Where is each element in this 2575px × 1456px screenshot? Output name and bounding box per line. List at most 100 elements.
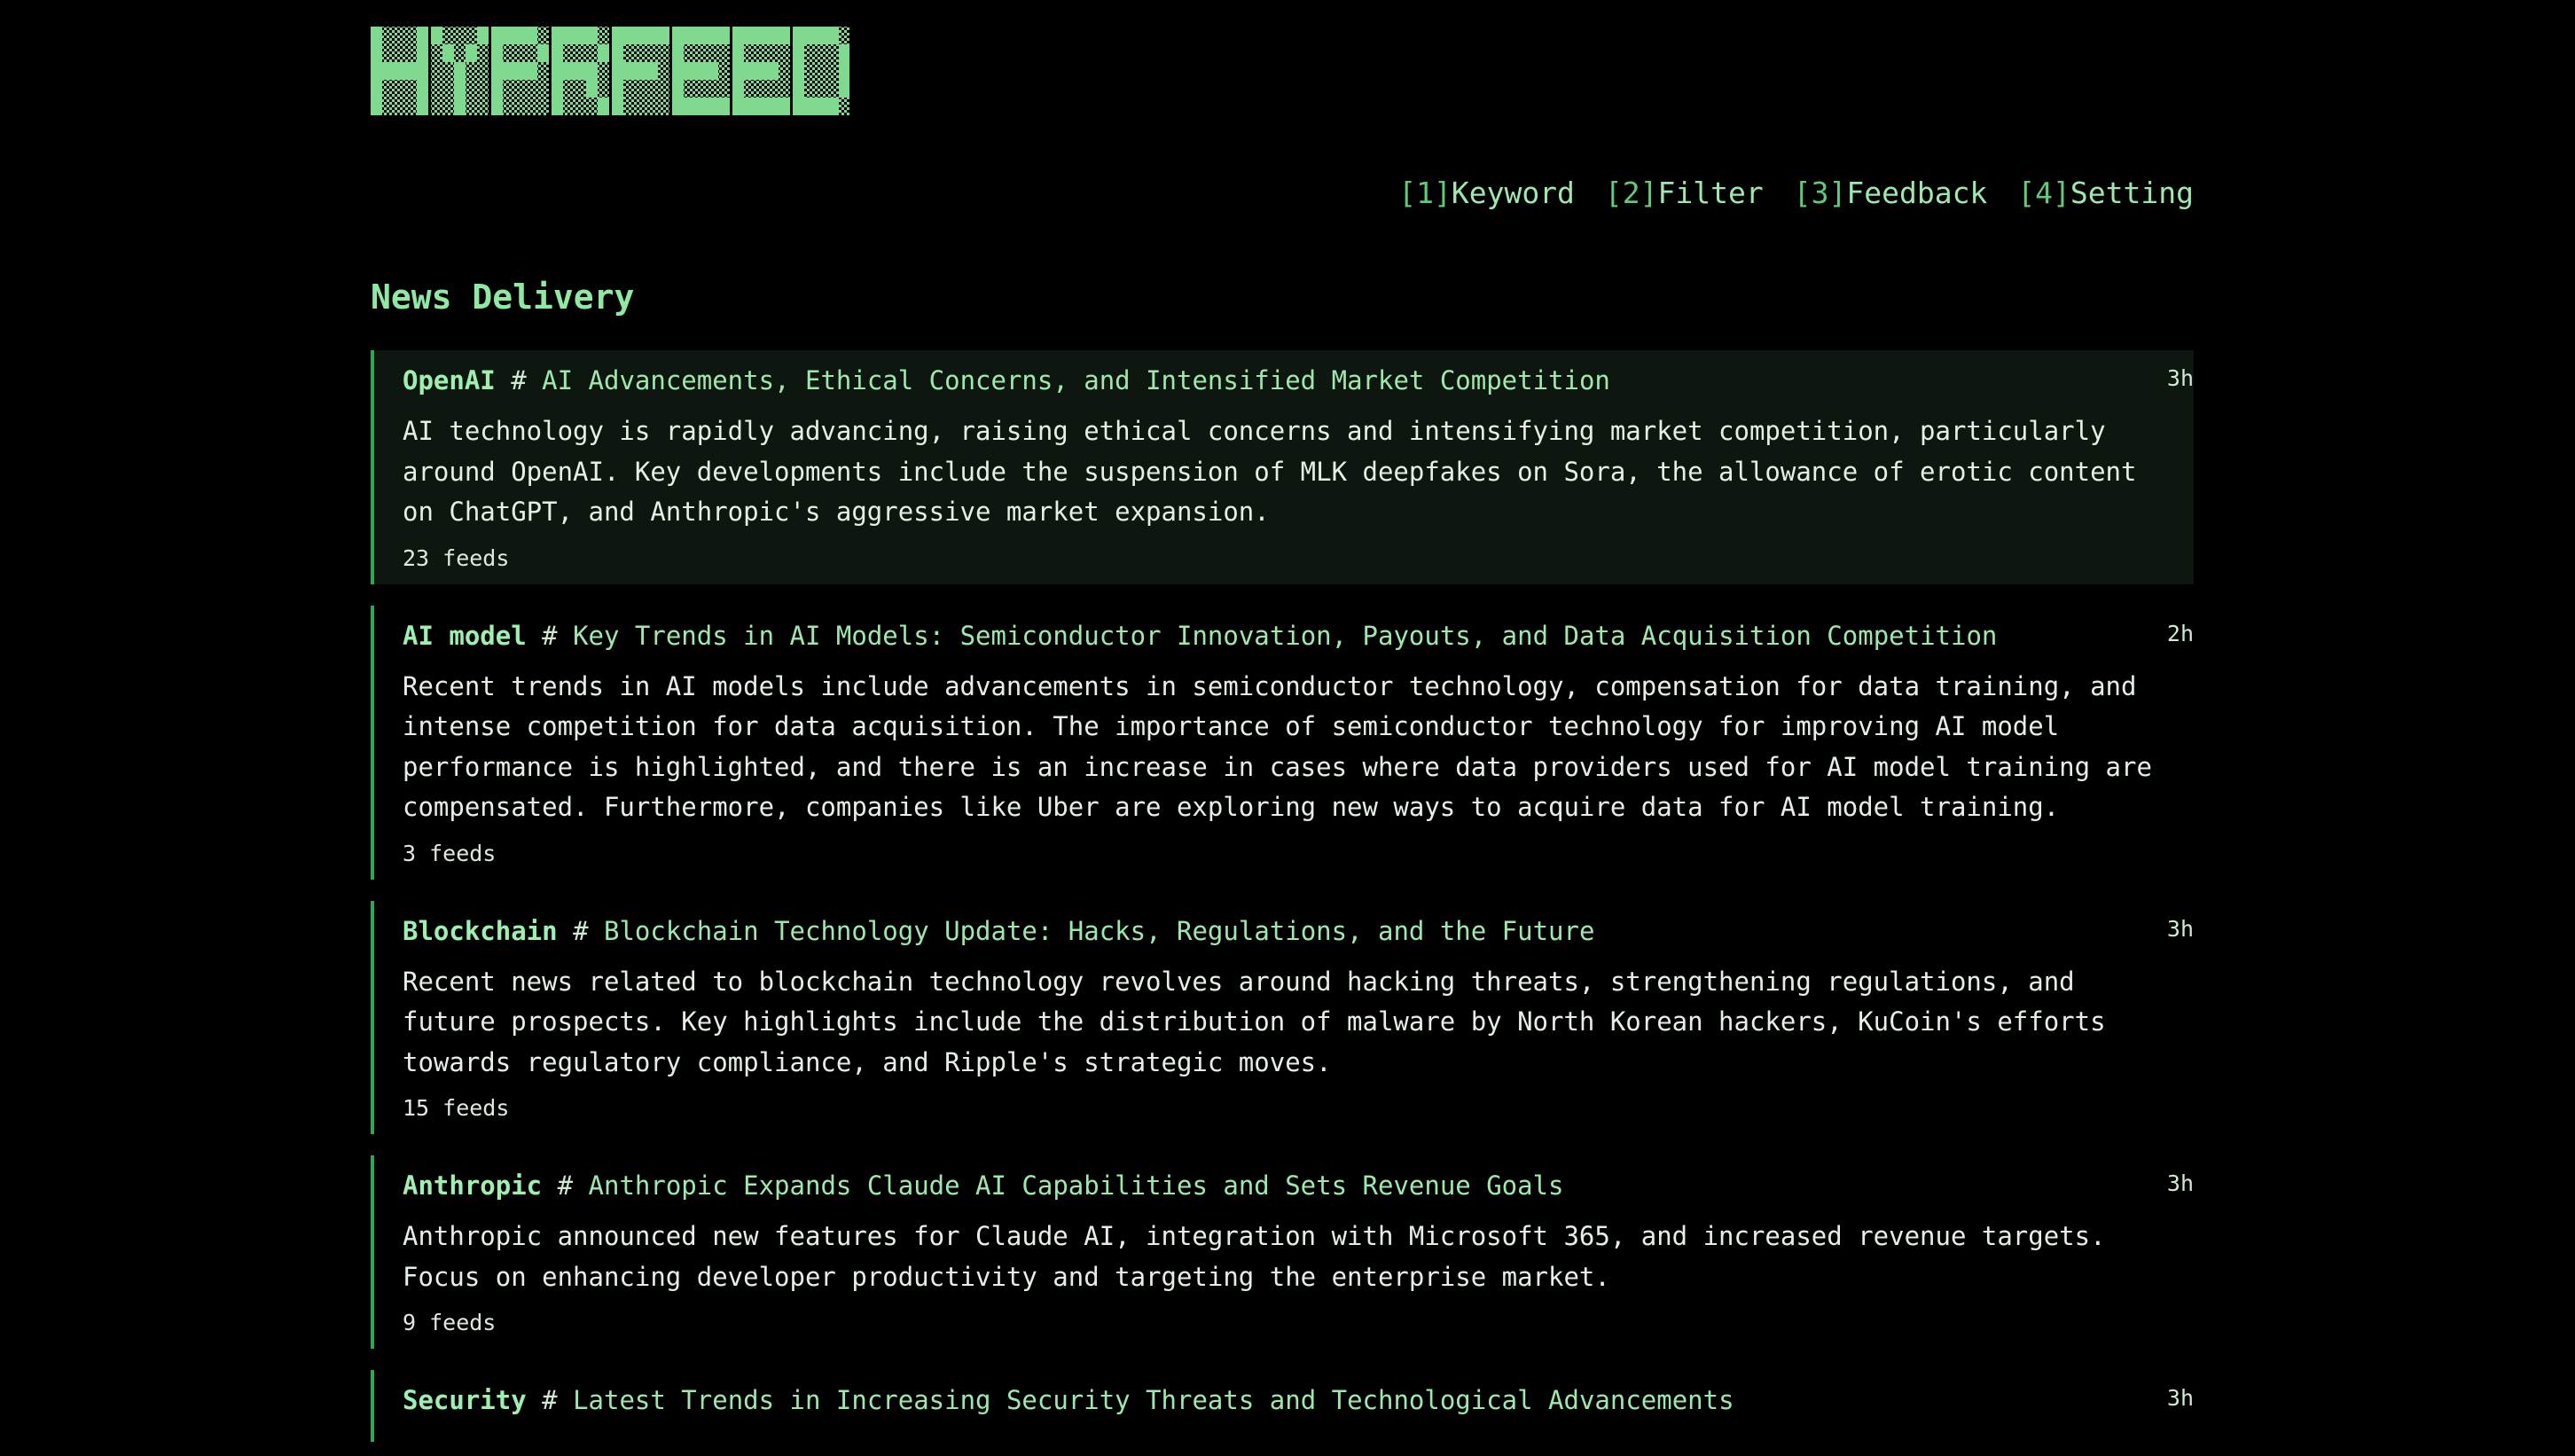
hash-symbol: # [542, 1385, 558, 1415]
logo-pixel [552, 27, 563, 44]
logo-pixel [466, 62, 477, 80]
logo-pixel [575, 80, 586, 98]
logo-pixel [586, 27, 598, 44]
feed-summary: Anthropic announced new features for Cla… [403, 1221, 2106, 1292]
logo-pixel [732, 98, 744, 115]
logo-pixel [552, 98, 563, 115]
nav-filter-label: Filter [1657, 176, 1764, 210]
feed-topic-title[interactable]: Anthropic Expands Claude AI Capabilities… [589, 1170, 1564, 1201]
logo-pixel [635, 98, 646, 115]
logo-pixel [827, 44, 839, 62]
nav-feedback[interactable]: [3]Feedback [1794, 174, 1988, 213]
logo-pixel [371, 62, 382, 80]
logo-pixel [816, 80, 827, 98]
logo-pixel [394, 44, 405, 62]
logo-pixel [695, 27, 707, 44]
logo-pixel [684, 98, 695, 115]
logo-pixel [744, 27, 755, 44]
feed-count[interactable]: 15 feeds [403, 1093, 2123, 1123]
logo-pixel [598, 62, 609, 80]
feed-card-anthropic[interactable]: Anthropic # Anthropic Expands Claude AI … [371, 1155, 2194, 1349]
section-title: News Delivery [371, 278, 635, 317]
logo-pixel [503, 27, 514, 44]
feed-summary: Recent news related to blockchain techno… [403, 966, 2106, 1077]
logo-pixel [635, 27, 646, 44]
logo-pixel [537, 44, 549, 62]
feed-topic-title[interactable]: Key Trends in AI Models: Semiconductor I… [573, 621, 1997, 651]
logo-pixel [612, 62, 623, 80]
logo-pixel [394, 80, 405, 98]
logo-pixel [612, 98, 623, 115]
feed-card-ai-model[interactable]: AI model # Key Trends in AI Models: Semi… [371, 605, 2194, 880]
logo-pixel [405, 62, 417, 80]
logo-pixel [526, 44, 537, 62]
logo-pixel [793, 44, 804, 62]
logo-pixel [466, 27, 477, 44]
logo-pixel [477, 80, 489, 98]
hash-symbol: # [557, 1170, 574, 1201]
feed-count[interactable]: 23 feeds [403, 544, 2123, 574]
logo-pixel [839, 62, 849, 80]
feed-card-blockchain[interactable]: Blockchain # Blockchain Technology Updat… [371, 900, 2194, 1134]
feed-keyword-tag[interactable]: Blockchain [403, 916, 558, 946]
logo-pixel [552, 44, 563, 62]
feed-keyword-tag[interactable]: Anthropic [403, 1170, 542, 1201]
logo-pixel [684, 27, 695, 44]
logo-pixel [477, 44, 489, 62]
nav-setting[interactable]: [4]Setting [2017, 174, 2194, 213]
feed-time: 3h [2166, 1385, 2194, 1411]
feed-keyword-tag[interactable]: AI model [403, 621, 527, 651]
logo-pixel [672, 44, 684, 62]
feed-count[interactable]: 3 feeds [403, 839, 2123, 869]
logo-pixel [658, 80, 669, 98]
logo-pixel [575, 62, 586, 80]
feed-topic-title[interactable]: Blockchain Technology Update: Hacks, Reg… [604, 916, 1594, 946]
logo-pixel [466, 98, 477, 115]
logo-pixel [477, 62, 489, 80]
nav-keyword-label: Keyword [1451, 176, 1575, 210]
logo-pixel [804, 27, 816, 44]
logo-pixel [695, 44, 707, 62]
logo-pixel [442, 44, 454, 62]
logo-pixel [491, 44, 503, 62]
feed-keyword-tag[interactable]: Security [403, 1385, 527, 1415]
logo-pixel [612, 80, 623, 98]
logo-pixel [586, 62, 598, 80]
logo-pixel [827, 27, 839, 44]
logo-pixel [672, 80, 684, 98]
logo-pixel [382, 27, 394, 44]
logo-pixel [635, 62, 646, 80]
feed-topic-title[interactable]: Latest Trends in Increasing Security Thr… [573, 1385, 1734, 1415]
nav-filter-key: [2] [1604, 176, 1658, 210]
logo-pixel [804, 80, 816, 98]
hyprfeed-logo[interactable] [371, 25, 849, 117]
logo-pixel [839, 27, 849, 44]
logo-pixel [767, 80, 779, 98]
logo-pixel [586, 44, 598, 62]
nav-filter[interactable]: [2]Filter [1605, 174, 1764, 213]
feed-card-openai[interactable]: OpenAI # AI Advancements, Ethical Concer… [371, 350, 2194, 584]
logo-pixel [793, 98, 804, 115]
logo-pixel [503, 80, 514, 98]
logo-pixel [552, 80, 563, 98]
feed-card-security[interactable]: Security # Latest Trends in Increasing S… [371, 1370, 2194, 1442]
logo-pixel [623, 62, 635, 80]
logo-pixel [672, 62, 684, 80]
logo-pixel [454, 27, 466, 44]
feed-count[interactable]: 9 feeds [403, 1308, 2123, 1338]
logo-pixel [405, 44, 417, 62]
logo-pixel [779, 80, 790, 98]
logo-pixel [779, 27, 790, 44]
top-nav: [1]Keyword [2]Filter [3]Feedback [4]Sett… [1398, 174, 2194, 213]
feed-keyword-tag[interactable]: OpenAI [403, 365, 496, 395]
logo-pixel [454, 80, 466, 98]
logo-pixel [503, 98, 514, 115]
logo-pixel [477, 98, 489, 115]
logo-pixel [718, 44, 730, 62]
logo-pixel [405, 80, 417, 98]
feed-topic-title[interactable]: AI Advancements, Ethical Concerns, and I… [542, 365, 1610, 395]
logo-pixel [827, 62, 839, 80]
nav-keyword[interactable]: [1]Keyword [1398, 174, 1575, 213]
logo-pixel [431, 98, 442, 115]
logo-pixel [598, 80, 609, 98]
